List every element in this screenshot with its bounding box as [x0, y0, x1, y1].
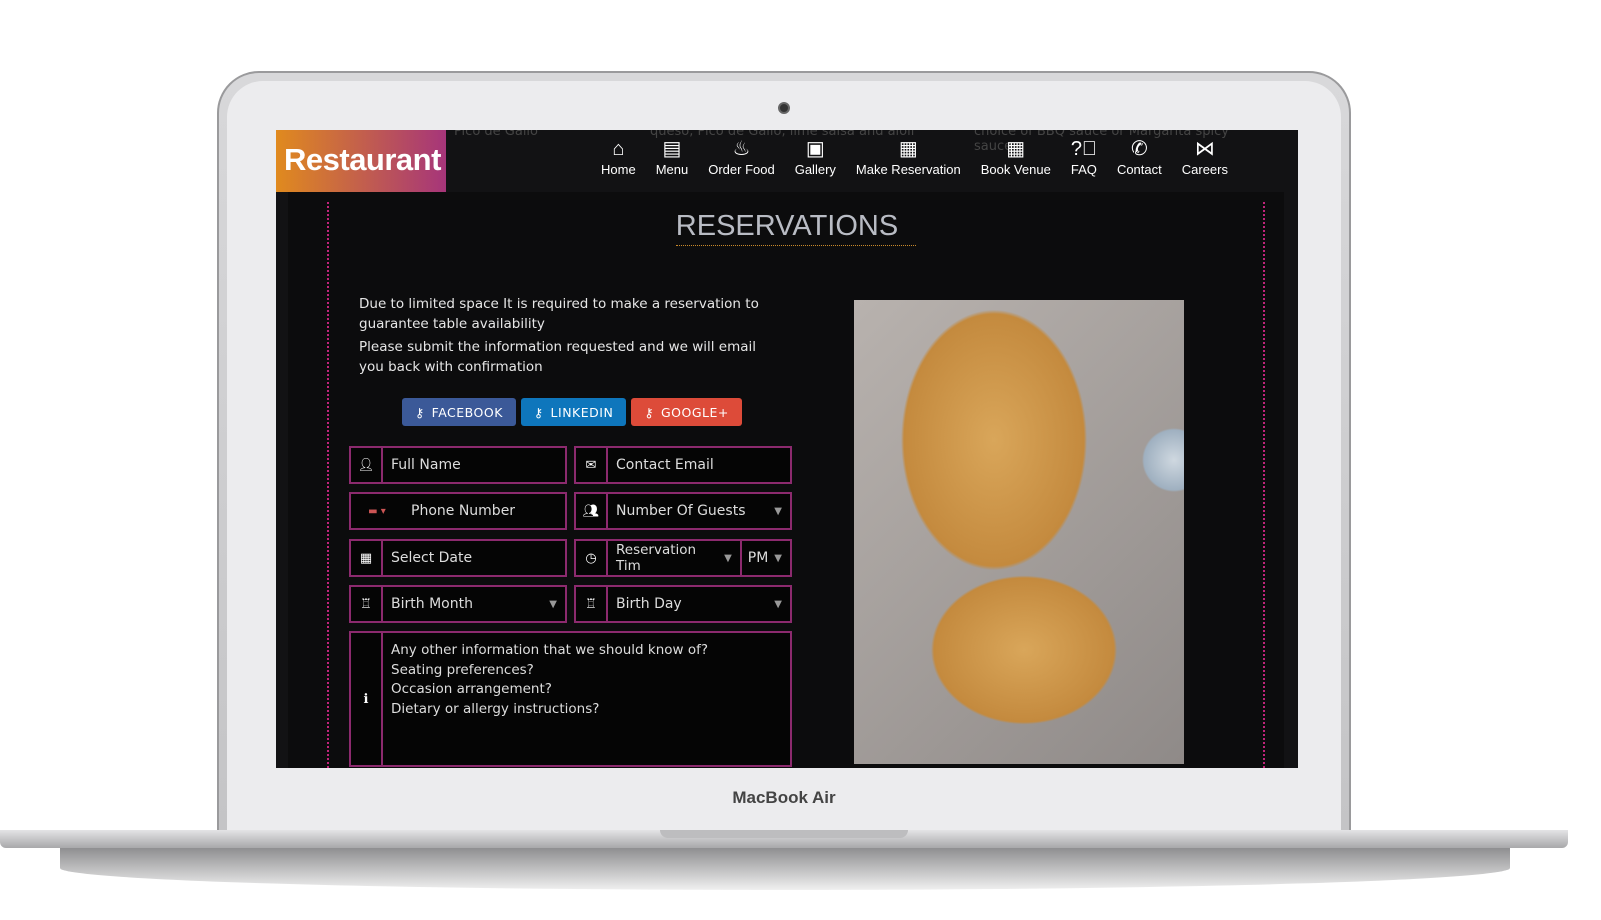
- base-shadow: [60, 846, 1510, 890]
- chevron-down-icon: ▼: [549, 598, 557, 610]
- calendar-icon: ▦: [898, 138, 918, 160]
- ampm-select[interactable]: PM: [742, 550, 775, 566]
- calendar-check-icon: ▦: [1006, 138, 1026, 160]
- note-line: Occasion arrangement?: [391, 681, 552, 697]
- envelope-icon: ✉: [576, 448, 608, 482]
- placeholder: Select Date: [391, 550, 473, 566]
- cake-icon: ♖: [576, 587, 608, 621]
- guests-select[interactable]: 👥︎ Number Of Guests ▼: [574, 492, 792, 530]
- chevron-down-icon: ▼: [724, 541, 742, 575]
- google-button[interactable]: ⚷ GOOGLE+: [631, 398, 742, 426]
- main-nav: ⌂ Home ▤ Menu ♨ Order Food ▣ Gallery ▦ Make R…: [591, 130, 1238, 186]
- nav-label: Careers: [1181, 162, 1228, 177]
- pizza-image: [854, 300, 1184, 764]
- title-underline: [676, 245, 916, 246]
- clock-icon: ◷: [576, 541, 608, 575]
- page-title: RESERVATIONS: [675, 210, 899, 242]
- notes-textarea[interactable]: ℹ Any other information that we should kn…: [349, 631, 792, 767]
- nav-label: Book Venue: [980, 162, 1051, 177]
- facebook-button[interactable]: ⚷ FACEBOOK: [402, 398, 516, 426]
- nav-label: Order Food: [708, 162, 775, 177]
- screen: Pico de Gallo queso, Pico de Gallo, lime…: [276, 130, 1298, 768]
- nav-home[interactable]: ⌂ Home: [591, 130, 646, 186]
- chevron-down-icon: ▼: [774, 552, 782, 564]
- chevron-down-icon: ▼: [774, 505, 782, 517]
- bell-icon: ♨: [732, 138, 751, 160]
- placeholder: Full Name: [391, 457, 461, 473]
- button-label: LINKEDIN: [550, 404, 614, 420]
- note-line: Any other information that we should kno…: [391, 642, 709, 658]
- nav-label: Home: [601, 162, 636, 177]
- nav-book-venue[interactable]: ▦ Book Venue: [971, 130, 1061, 186]
- placeholder: Contact Email: [616, 457, 714, 473]
- date-input[interactable]: ▦ Select Date: [349, 539, 567, 577]
- time-select[interactable]: ◷ Reservation Tim ▼ PM ▼: [574, 539, 792, 577]
- key-icon: ⚷: [533, 404, 544, 420]
- menu-icon: ▤: [662, 138, 682, 160]
- placeholder: Any other information that we should kno…: [383, 633, 790, 765]
- key-icon: ⚷: [644, 404, 654, 420]
- intro-line: Please submit the information requested …: [359, 339, 757, 375]
- nav-gallery[interactable]: ▣ Gallery: [785, 130, 846, 186]
- chevron-down-icon: ▼: [774, 598, 782, 610]
- note-line: Seating preferences?: [391, 661, 534, 678]
- logo[interactable]: Restaurant: [276, 130, 446, 192]
- nav-menu[interactable]: ▤ Menu: [646, 130, 699, 186]
- full-name-input[interactable]: 👤︎ Full Name: [349, 446, 567, 484]
- placeholder: Reservation Tim: [616, 542, 697, 574]
- home-icon: ⌂: [612, 138, 625, 160]
- intro-text: Due to limited space It is required to m…: [359, 294, 779, 380]
- placeholder: Birth Day: [616, 596, 682, 612]
- nav-label: FAQ: [1070, 162, 1097, 177]
- user-icon: 👤︎: [351, 448, 383, 482]
- nav-label: Contact: [1116, 162, 1162, 177]
- group-icon: 👥︎: [576, 494, 608, 528]
- cake-icon: ♖: [351, 587, 383, 621]
- birth-day-select[interactable]: ♖ Birth Day ▼: [574, 585, 792, 623]
- email-input[interactable]: ✉ Contact Email: [574, 446, 792, 484]
- nav-label: Menu: [655, 162, 689, 177]
- button-label: FACEBOOK: [431, 404, 503, 420]
- placeholder: Birth Month: [391, 596, 473, 612]
- nav-contact[interactable]: ✆ Contact: [1107, 130, 1172, 186]
- nav-make-reservation[interactable]: ▦ Make Reservation: [846, 130, 971, 186]
- divider: [327, 202, 329, 768]
- nav-label: Make Reservation: [855, 162, 961, 177]
- key-icon: ⚷: [415, 404, 425, 420]
- careers-icon: ⋈: [1194, 138, 1215, 160]
- placeholder: Phone Number: [411, 503, 516, 519]
- button-label: GOOGLE+: [660, 404, 729, 420]
- notch: [660, 830, 908, 838]
- bg-text: Pico de Gallo: [454, 130, 538, 139]
- social-login: ⚷ FACEBOOK ⚷ LINKEDIN ⚷ GOOGLE+: [402, 398, 742, 426]
- birth-month-select[interactable]: ♖ Birth Month ▼: [349, 585, 567, 623]
- device-brand: MacBook Air: [732, 788, 836, 807]
- note-line: Dietary or allergy instructions?: [391, 700, 600, 717]
- us-flag-icon[interactable]: ▬ ▾: [351, 506, 403, 517]
- image-icon: ▣: [805, 138, 825, 160]
- linkedin-button[interactable]: ⚷ LINKEDIN: [520, 398, 627, 426]
- intro-line: Due to limited space It is required to m…: [359, 296, 759, 332]
- nav-faq[interactable]: ?⃝ FAQ: [1061, 130, 1107, 186]
- calendar-icon: ▦: [351, 541, 383, 575]
- question-icon: ?⃝: [1070, 138, 1097, 160]
- nav-label: Gallery: [794, 162, 836, 177]
- info-icon: ℹ: [351, 633, 383, 765]
- phone-icon: ✆: [1130, 138, 1148, 160]
- phone-input[interactable]: ▬ ▾ Phone Number: [349, 492, 567, 530]
- nav-careers[interactable]: ⋈ Careers: [1172, 130, 1238, 186]
- nav-order-food[interactable]: ♨ Order Food: [698, 130, 784, 186]
- placeholder: Number Of Guests: [616, 503, 746, 519]
- divider: [1263, 202, 1265, 768]
- camera: [778, 102, 790, 114]
